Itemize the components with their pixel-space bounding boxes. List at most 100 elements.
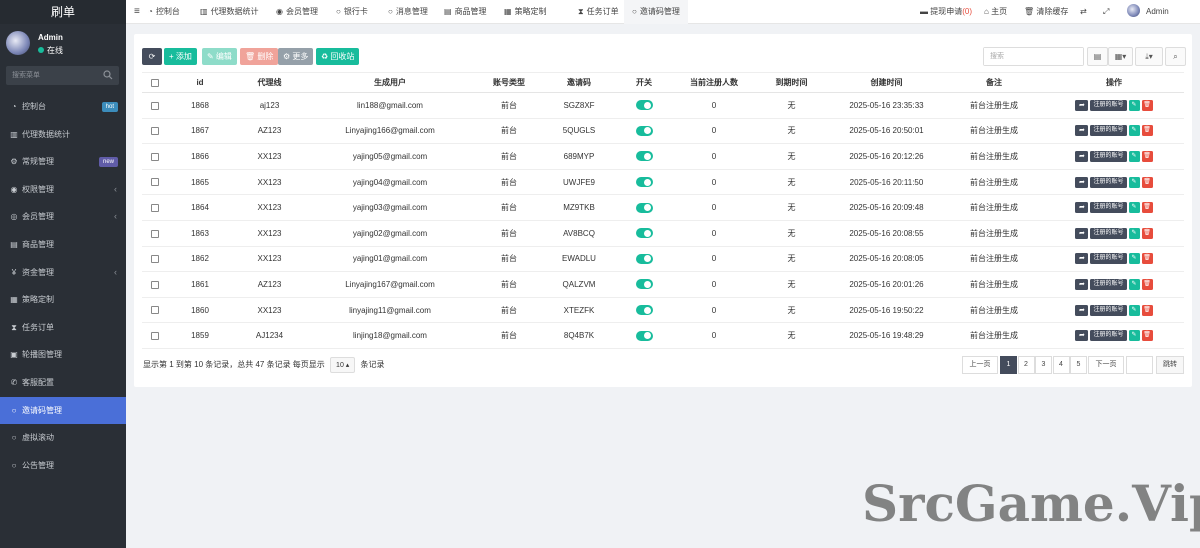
share-icon[interactable]: ➦ (1075, 304, 1089, 316)
row-checkbox[interactable] (150, 178, 159, 187)
nav-tab[interactable]: ▥ 代理数据统计 (200, 0, 259, 24)
row-checkbox[interactable] (150, 280, 159, 289)
row-checkbox[interactable] (150, 255, 159, 264)
add-button[interactable]: + 添加 (164, 48, 197, 65)
enable-toggle[interactable] (635, 330, 653, 341)
sidebar-item[interactable]: ✆ 客服配置 (0, 369, 126, 397)
row-checkbox[interactable] (150, 127, 159, 136)
nav-tab[interactable]: ○ 消息管理 (388, 0, 428, 24)
share-icon[interactable]: ➦ (1075, 176, 1089, 188)
more-button[interactable]: ⚙ 更多 (278, 48, 314, 65)
page-button[interactable]: 4 (1052, 356, 1070, 374)
pencil-icon[interactable]: ✎ (1128, 99, 1140, 111)
row-checkbox[interactable] (150, 204, 159, 213)
registered-accounts-button[interactable]: 注册的账号 (1090, 278, 1127, 290)
pencil-icon[interactable]: ✎ (1128, 150, 1140, 162)
columns-icon[interactable]: ▦▾ (1108, 47, 1133, 66)
pencil-icon[interactable]: ✎ (1128, 253, 1140, 265)
registered-accounts-button[interactable]: 注册的账号 (1090, 253, 1127, 265)
pencil-icon[interactable]: ✎ (1128, 304, 1140, 316)
sidebar-item[interactable]: ◔ 控制台 hot (0, 93, 126, 121)
sidebar-item[interactable]: ◉ 权限管理 ‹ (0, 176, 126, 204)
recycle-bin-button[interactable]: ♻ 回收站 (316, 48, 360, 65)
enable-toggle[interactable] (635, 177, 653, 188)
search-icon[interactable]: ⌕ (1165, 47, 1186, 66)
row-checkbox[interactable] (150, 306, 159, 315)
pencil-icon[interactable]: ✎ (1128, 330, 1140, 342)
sidebar-item[interactable]: ○ 邀请码管理 (0, 396, 126, 425)
enable-toggle[interactable] (635, 305, 653, 316)
prev-page-button[interactable]: 上一页 (962, 356, 998, 374)
search-icon[interactable] (103, 70, 113, 80)
enable-toggle[interactable] (635, 279, 653, 290)
registered-accounts-button[interactable]: 注册的账号 (1090, 202, 1127, 214)
nav-tab[interactable]: ○ 邀请码管理 (624, 0, 688, 24)
page-button[interactable]: 1 (1000, 356, 1017, 374)
admin-menu[interactable]: Admin (1127, 0, 1169, 24)
delete-button[interactable]: 🗑 删除 (240, 48, 279, 65)
registered-accounts-button[interactable]: 注册的账号 (1090, 99, 1127, 111)
trash-icon[interactable]: 🗑 (1141, 99, 1153, 111)
sidebar-item[interactable]: ○ 公告管理 (0, 452, 126, 480)
enable-toggle[interactable] (635, 125, 653, 136)
nav-tab[interactable]: ▤ 商品管理 (444, 0, 487, 24)
nav-tab[interactable]: ⧗ 任务订单 (578, 0, 619, 24)
nav-tab[interactable]: ◔ 控制台 (148, 0, 180, 24)
registered-accounts-button[interactable]: 注册的账号 (1090, 330, 1127, 342)
trash-icon[interactable]: 🗑 (1141, 202, 1153, 214)
trash-icon[interactable]: 🗑 (1141, 227, 1153, 239)
sidebar-item[interactable]: ▦ 策略定制 (0, 286, 126, 314)
row-checkbox[interactable] (150, 229, 159, 238)
translate-icon[interactable]: ⇄ (1080, 0, 1087, 24)
sidebar-item[interactable]: ◎ 会员管理 ‹ (0, 203, 126, 231)
share-icon[interactable]: ➦ (1075, 330, 1089, 342)
enable-toggle[interactable] (635, 100, 653, 111)
share-icon[interactable]: ➦ (1075, 278, 1089, 290)
toggle-view-icon[interactable]: ▤ (1087, 47, 1108, 66)
next-page-button[interactable]: 下一页 (1088, 356, 1124, 374)
trash-icon[interactable]: 🗑 (1141, 304, 1153, 316)
row-checkbox[interactable] (150, 152, 159, 161)
menu-toggle-icon[interactable]: ≡ (134, 0, 140, 24)
registered-accounts-button[interactable]: 注册的账号 (1090, 150, 1127, 162)
share-icon[interactable]: ➦ (1075, 253, 1089, 265)
pencil-icon[interactable]: ✎ (1128, 278, 1140, 290)
clear-cache-link[interactable]: 🗑 清除缓存 (1024, 0, 1068, 24)
home-link[interactable]: ⌂ 主页 (984, 0, 1007, 24)
jump-button[interactable]: 跳转 (1156, 356, 1184, 374)
jump-page-input[interactable] (1127, 357, 1152, 373)
enable-toggle[interactable] (635, 228, 653, 239)
trash-icon[interactable]: 🗑 (1141, 176, 1153, 188)
trash-icon[interactable]: 🗑 (1141, 330, 1153, 342)
nav-tab[interactable]: ◉ 会员管理 (276, 0, 318, 24)
sidebar-item[interactable]: ▥ 代理数据统计 (0, 121, 126, 149)
share-icon[interactable]: ➦ (1075, 150, 1089, 162)
page-button[interactable]: 3 (1035, 356, 1052, 374)
registered-accounts-button[interactable]: 注册的账号 (1090, 304, 1127, 316)
page-button[interactable]: 5 (1070, 356, 1087, 374)
sidebar-item[interactable]: ▤ 商品管理 (0, 231, 126, 259)
enable-toggle[interactable] (635, 253, 653, 264)
page-button[interactable]: 2 (1017, 356, 1035, 374)
sidebar-item[interactable]: ⚙ 常规管理 new (0, 148, 126, 176)
trash-icon[interactable]: 🗑 (1141, 278, 1153, 290)
enable-toggle[interactable] (635, 151, 653, 162)
nav-tab[interactable]: ○ 银行卡 (336, 0, 368, 24)
sidebar-item[interactable]: ¥ 资金管理 ‹ (0, 259, 126, 287)
share-icon[interactable]: ➦ (1075, 99, 1089, 111)
nav-tab[interactable]: ▦ 策略定制 (504, 0, 547, 24)
fullscreen-icon[interactable]: ⤢ (1103, 0, 1109, 24)
pencil-icon[interactable]: ✎ (1128, 227, 1140, 239)
sidebar-item[interactable]: ⧗ 任务订单 (0, 314, 126, 342)
trash-icon[interactable]: 🗑 (1141, 150, 1153, 162)
table-search-input[interactable] (984, 48, 1083, 65)
enable-toggle[interactable] (635, 202, 653, 213)
refresh-button[interactable]: ⟳ (142, 48, 162, 65)
registered-accounts-button[interactable]: 注册的账号 (1090, 176, 1127, 188)
select-all-checkbox[interactable] (150, 78, 159, 87)
share-icon[interactable]: ➦ (1075, 202, 1089, 214)
row-checkbox[interactable] (150, 332, 159, 341)
pencil-icon[interactable]: ✎ (1128, 202, 1140, 214)
pencil-icon[interactable]: ✎ (1128, 125, 1140, 137)
pencil-icon[interactable]: ✎ (1128, 176, 1140, 188)
